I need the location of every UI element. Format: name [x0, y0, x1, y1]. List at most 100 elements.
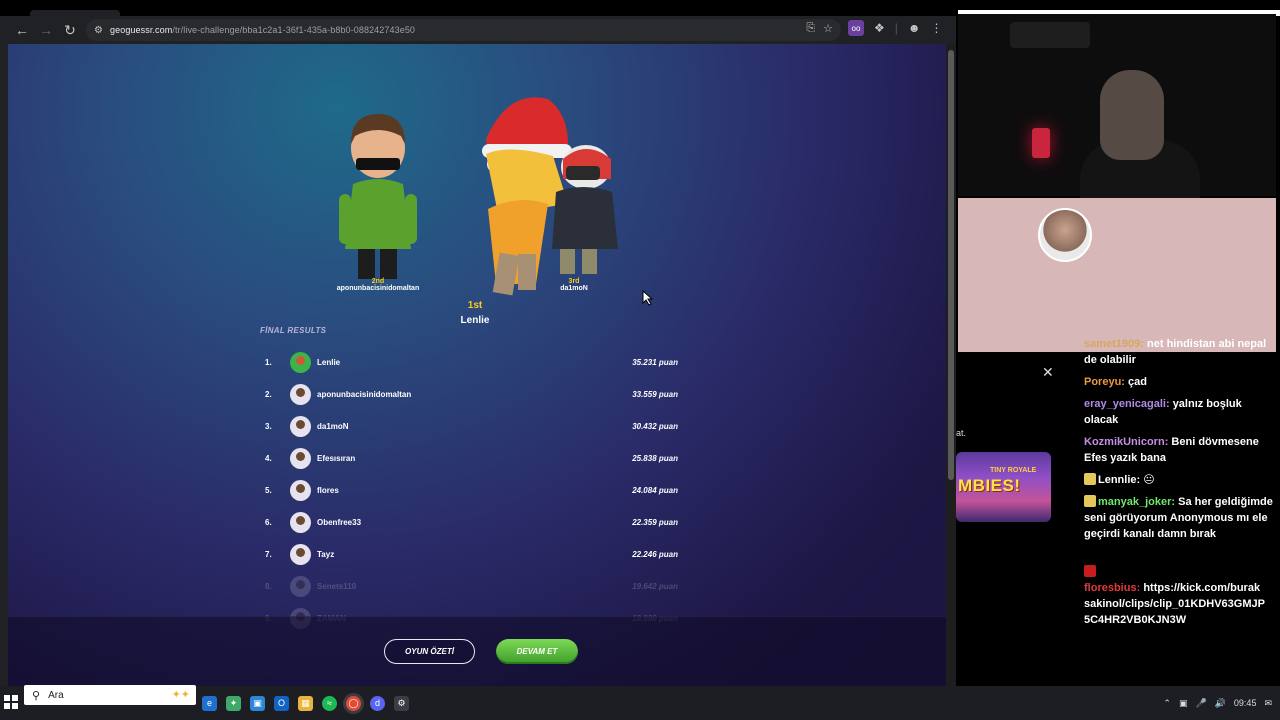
avatar — [290, 511, 311, 533]
close-icon[interactable]: ✕ — [1042, 364, 1054, 381]
chat-username[interactable]: manyak_joker — [1098, 496, 1171, 508]
player-name: da1moN — [317, 421, 349, 431]
webcam-red-light — [1032, 128, 1050, 158]
back-arrow-icon[interactable]: ← — [10, 18, 34, 42]
extensions-puzzle-icon[interactable]: ❖ — [874, 21, 885, 35]
chat-text: 😐 — [1143, 474, 1155, 486]
avatar — [290, 543, 311, 565]
player-score: 30.432 puan — [632, 421, 678, 431]
second-place-name: aponunbacisinidomaltan — [336, 285, 420, 292]
copilot-icon[interactable]: ✦ — [226, 695, 241, 711]
player-score: 22.359 puan — [632, 517, 678, 527]
windows-start-icon[interactable] — [4, 695, 18, 709]
rank: 4. — [265, 453, 272, 463]
chat-message: KozmikUnicorn: Beni dövmesene Efes yazık… — [1084, 436, 1259, 464]
rank: 5. — [265, 485, 272, 495]
table-row[interactable]: 6. Obenfree33 22.359 puan — [262, 506, 678, 538]
table-row[interactable]: 3. da1moN 30.432 puan — [262, 410, 678, 442]
avatar — [290, 383, 311, 405]
bookmark-star-icon[interactable]: ☆ — [823, 22, 833, 35]
store-icon[interactable]: ▣ — [250, 695, 265, 711]
avatar — [290, 415, 311, 437]
chat-username[interactable]: Poreyu — [1084, 376, 1121, 388]
second-place-avatar — [339, 114, 417, 279]
chat-username[interactable]: floresbius — [1084, 582, 1137, 594]
chat-message: eray_yenicagali: yalnız boşluk olacak — [1084, 398, 1242, 426]
continue-button[interactable]: DEVAM ET — [496, 639, 578, 664]
notifications-icon[interactable]: ✉ — [1264, 698, 1272, 709]
chat-side-text: at. — [956, 428, 967, 438]
podium-first: 1st Lenlie — [445, 300, 505, 326]
chrome-icon[interactable]: ◯ — [346, 695, 361, 711]
browser-toolbar: ← → ↻ ⚙ geoguessr.com/tr/live-challenge/… — [0, 16, 956, 44]
profile-avatar-icon[interactable]: ☻ — [908, 21, 921, 35]
stream-overlay-panel — [958, 198, 1276, 352]
chat-username[interactable]: samet1909 — [1084, 338, 1140, 350]
edge-icon[interactable]: e — [202, 695, 217, 711]
avatar — [290, 447, 311, 469]
chat-username[interactable]: Lennlie — [1098, 474, 1137, 486]
page-scrollbar[interactable] — [946, 44, 956, 686]
table-row[interactable]: 8. Senets110 19.642 puan — [262, 570, 678, 602]
address-bar[interactable]: ⚙ geoguessr.com/tr/live-challenge/bba1c2… — [86, 19, 841, 41]
tab-strip — [0, 0, 956, 16]
install-app-icon[interactable]: ⎘ — [806, 22, 815, 35]
table-row[interactable]: 2. aponunbacisinidomaltan 33.559 puan — [262, 378, 678, 410]
chat-message: Poreyu: çad — [1084, 376, 1147, 388]
clock-time[interactable]: 09:45 — [1234, 698, 1257, 708]
scrollbar-thumb[interactable] — [948, 50, 954, 480]
taskbar-search[interactable]: ⚲ Ara ✦✦ — [24, 685, 196, 705]
chat-username[interactable]: eray_yenicagali — [1084, 398, 1166, 410]
url-text: geoguessr.com/tr/live-challenge/bba1c2a1… — [110, 25, 416, 35]
table-row[interactable]: 5. flores 24.084 puan — [262, 474, 678, 506]
outlook-icon[interactable]: O — [274, 695, 289, 711]
table-row[interactable]: 7. Tayz 22.246 puan — [262, 538, 678, 570]
site-settings-icon[interactable]: ⚙ — [94, 25, 110, 36]
promo-main-text: MBIES! — [958, 476, 1021, 495]
volume-icon[interactable]: 🔊 — [1215, 698, 1226, 709]
extension-icon[interactable]: oo — [848, 20, 864, 36]
rank: 2. — [265, 389, 272, 399]
avatar — [290, 479, 311, 501]
results-list: 1. Lenlie 35.231 puan 2. aponunbacisinid… — [262, 346, 678, 634]
search-highlight-icon: ✦✦ — [171, 689, 190, 701]
badge-icon — [1084, 473, 1096, 485]
rank: 3. — [265, 421, 272, 431]
promo-top-text: TINY ROYALE — [990, 467, 1037, 474]
table-row[interactable]: 1. Lenlie 35.231 puan — [262, 346, 678, 378]
player-name: Tayz — [317, 549, 335, 559]
microphone-icon[interactable]: 🎤 — [1195, 698, 1206, 709]
search-placeholder: Ara — [48, 689, 64, 701]
third-place-avatar — [552, 145, 618, 274]
chat-username[interactable]: KozmikUnicorn — [1084, 436, 1165, 448]
results-action-bar — [8, 616, 946, 686]
rank: 8. — [265, 581, 272, 591]
tray-chevron-icon[interactable]: ⌃ — [1163, 698, 1171, 709]
search-icon: ⚲ — [32, 689, 41, 702]
podium-third: 3rd da1moN — [548, 278, 600, 292]
table-row[interactable]: 4. Efesısıran 25.838 puan — [262, 442, 678, 474]
network-icon[interactable]: ▣ — [1179, 698, 1188, 709]
badge-icon — [1084, 495, 1096, 507]
podium-second: 2nd aponunbacisinidomaltan — [328, 278, 428, 292]
settings-gear-icon[interactable]: ⚙ — [394, 695, 409, 711]
game-summary-button[interactable]: OYUN ÖZETİ — [384, 639, 475, 664]
discord-icon[interactable]: d — [370, 695, 385, 711]
file-explorer-icon[interactable]: ▦ — [298, 695, 313, 711]
player-name: aponunbacisinidomaltan — [317, 389, 412, 399]
menu-kebab-icon[interactable]: ⋮ — [931, 21, 943, 35]
streamer-face — [1100, 70, 1164, 160]
mouse-cursor-icon — [642, 290, 654, 306]
reload-icon[interactable]: ↻ — [58, 18, 82, 42]
player-score: 33.559 puan — [632, 389, 678, 399]
player-score: 25.838 puan — [632, 453, 678, 463]
badge-icon — [1084, 565, 1096, 577]
spotify-icon[interactable]: ≈ — [322, 695, 337, 711]
promo-banner[interactable]: TINY ROYALE MBIES! — [956, 452, 1051, 522]
avatar — [290, 351, 311, 373]
podium-avatars — [339, 97, 618, 296]
second-place-label: 2nd — [371, 278, 385, 285]
player-name: flores — [317, 485, 339, 495]
player-name: Obenfree33 — [317, 517, 362, 527]
forward-arrow-icon[interactable]: → — [34, 18, 58, 42]
